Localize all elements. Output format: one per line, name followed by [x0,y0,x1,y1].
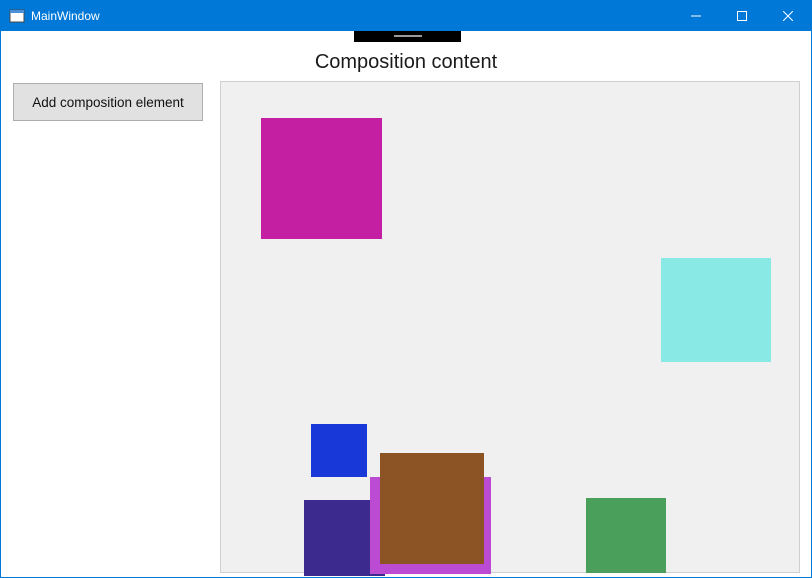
content-heading: Composition content [1,51,811,74]
top-dark-strip [354,31,461,42]
composition-shape[interactable] [311,424,367,477]
window-title: MainWindow [31,9,100,23]
maximize-button[interactable] [719,1,765,31]
minimize-button[interactable] [673,1,719,31]
client-area: Composition content Add composition elem… [1,31,811,577]
close-button[interactable] [765,1,811,31]
composition-shape[interactable] [261,118,382,239]
app-window: MainWindow Composition content Add compo… [0,0,812,578]
titlebar: MainWindow [1,1,811,31]
add-composition-element-button[interactable]: Add composition element [13,83,203,121]
composition-shape[interactable] [661,258,771,362]
drag-handle-icon [394,35,422,37]
app-icon [9,8,25,24]
composition-canvas[interactable] [220,81,800,573]
composition-shape[interactable] [586,498,666,573]
composition-shape[interactable] [380,453,484,564]
